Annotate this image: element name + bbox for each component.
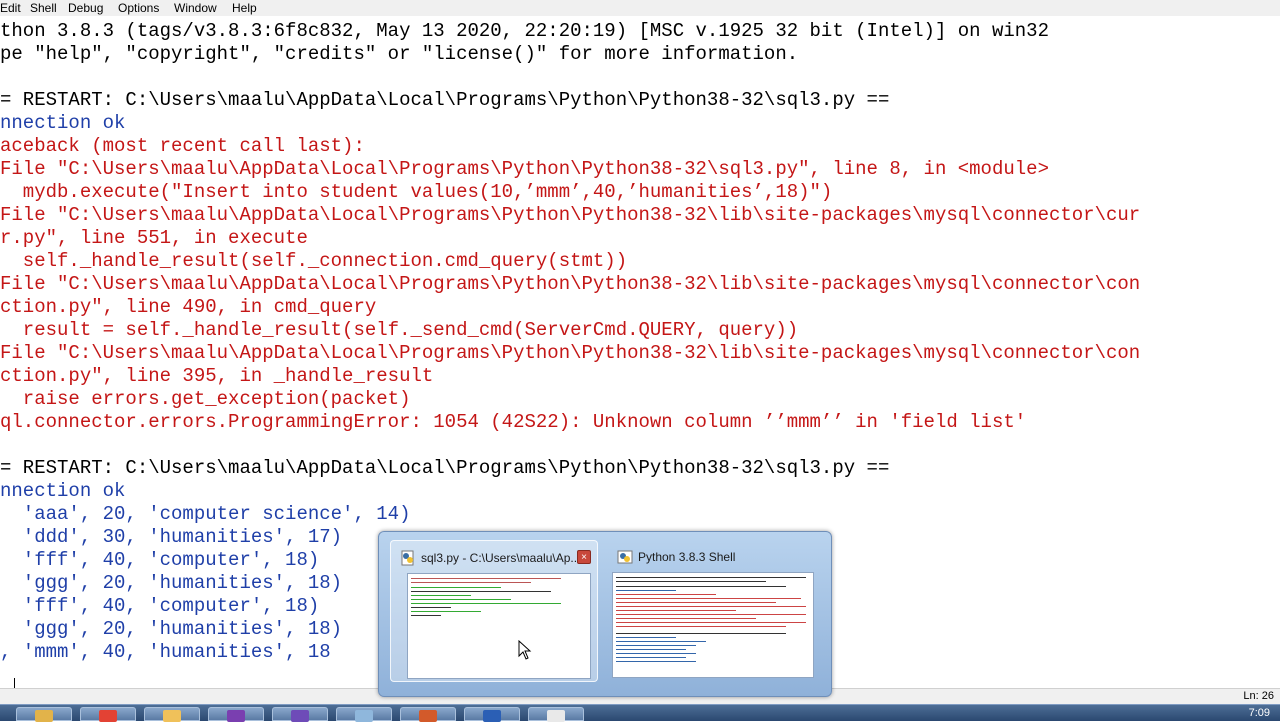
- shell-line: 'fff', 40, 'computer', 18): [0, 549, 320, 571]
- menu-debug[interactable]: Debug: [68, 0, 103, 16]
- taskbar-button[interactable]: [80, 707, 136, 722]
- menu-edit[interactable]: Edit: [0, 0, 21, 16]
- taskbar-button[interactable]: [528, 707, 584, 722]
- taskbar-button[interactable]: [400, 707, 456, 722]
- mouse-cursor-icon: [518, 640, 532, 660]
- taskbar-button[interactable]: [208, 707, 264, 722]
- clock: 7:09: [1248, 707, 1270, 719]
- shell-line: 'ggg', 20, 'humanities', 18): [0, 618, 343, 640]
- python-shell-icon: [617, 550, 633, 564]
- shell-line: 'aaa', 20, 'computer science', 14): [0, 503, 411, 525]
- shell-line: self._handle_result(self._connection.cmd…: [0, 250, 628, 272]
- close-icon[interactable]: ×: [577, 550, 591, 564]
- shell-line: File "C:\Users\maalu\AppData\Local\Progr…: [0, 342, 1141, 364]
- folder-icon: [163, 710, 181, 722]
- shell-line: , 'mmm', 40, 'humanities', 18: [0, 641, 331, 663]
- thumbnail-python-shell[interactable]: Python 3.8.3 Shell: [608, 540, 816, 682]
- shell-line: aceback (most recent call last):: [0, 135, 365, 157]
- taskbar: 7:09: [0, 704, 1280, 722]
- shell-line: result = self._handle_result(self._send_…: [0, 319, 799, 341]
- shell-line: raise errors.get_exception(packet): [0, 388, 411, 410]
- python-file-icon: [401, 550, 414, 566]
- shell-line: 'ddd', 30, 'humanities', 17): [0, 526, 343, 548]
- shell-line: File "C:\Users\maalu\AppData\Local\Progr…: [0, 204, 1141, 226]
- shell-line: pe "help", "copyright", "credits" or "li…: [0, 43, 799, 65]
- word-icon: [483, 710, 501, 722]
- menu-options[interactable]: Options: [118, 0, 159, 16]
- taskbar-button[interactable]: [336, 707, 392, 722]
- shell-line: mydb.execute("Insert into student values…: [0, 181, 833, 203]
- taskbar-button[interactable]: [464, 707, 520, 722]
- taskbar-thumbnail-popup: sql3.py - C:\Users\maalu\Ap... × Python …: [378, 531, 832, 697]
- taskbar-button[interactable]: [272, 707, 328, 722]
- shell-line: = RESTART: C:\Users\maalu\AppData\Local\…: [0, 89, 890, 111]
- taskbar-button[interactable]: [144, 707, 200, 722]
- taskbar-button[interactable]: [16, 707, 72, 722]
- shell-line: nnection ok: [0, 480, 126, 502]
- thumbnail-sql3-editor[interactable]: sql3.py - C:\Users\maalu\Ap... ×: [390, 540, 598, 682]
- menu-window[interactable]: Window: [174, 0, 217, 16]
- shell-line: = RESTART: C:\Users\maalu\AppData\Local\…: [0, 457, 890, 479]
- shell-line: r.py", line 551, in execute: [0, 227, 308, 249]
- text-caret: [14, 678, 15, 688]
- shell-line: nnection ok: [0, 112, 126, 134]
- media-icon: [227, 710, 245, 722]
- thumbnail-preview: [407, 573, 591, 679]
- shell-line: File "C:\Users\maalu\AppData\Local\Progr…: [0, 158, 1049, 180]
- line-position: Ln: 26: [1243, 690, 1274, 702]
- notepad-icon: [355, 710, 373, 722]
- shell-line: ction.py", line 490, in cmd_query: [0, 296, 377, 318]
- thumbnail-title: Python 3.8.3 Shell: [638, 550, 736, 564]
- shell-line: ction.py", line 395, in _handle_result: [0, 365, 434, 387]
- powerpoint-icon: [419, 710, 437, 722]
- visual-studio-icon: [291, 710, 309, 722]
- shell-line: ql.connector.errors.ProgrammingError: 10…: [0, 411, 1027, 433]
- thumbnail-preview: [612, 572, 814, 678]
- shell-line: File "C:\Users\maalu\AppData\Local\Progr…: [0, 273, 1141, 295]
- menu-shell[interactable]: Shell: [30, 0, 57, 16]
- chrome-icon: [99, 710, 117, 722]
- menu-help[interactable]: Help: [232, 0, 257, 16]
- shell-line: thon 3.8.3 (tags/v3.8.3:6f8c832, May 13 …: [0, 20, 1049, 42]
- shell-line: 'ggg', 20, 'humanities', 18): [0, 572, 343, 594]
- shell-line: 'fff', 40, 'computer', 18): [0, 595, 320, 617]
- menu-bar: Edit Shell Debug Options Window Help: [0, 0, 1280, 17]
- windows-explorer-icon: [35, 710, 53, 722]
- python-icon: [547, 710, 565, 722]
- thumbnail-title: sql3.py - C:\Users\maalu\Ap...: [421, 551, 581, 565]
